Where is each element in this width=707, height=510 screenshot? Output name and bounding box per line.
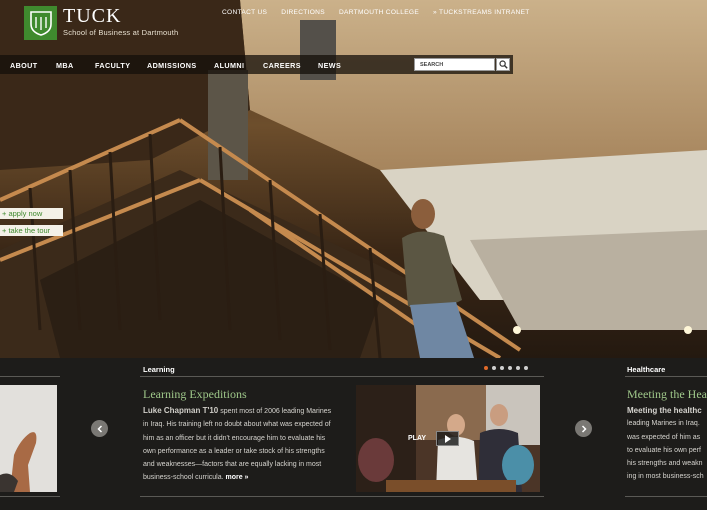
take-tour-link[interactable]: + take the tour (0, 225, 63, 236)
carousel-dot-3[interactable] (500, 366, 504, 370)
next-line-5: his strengths and weakn (627, 460, 703, 468)
next-section-rule (625, 376, 707, 377)
utility-nav: CONTACT US DIRECTIONS DARTMOUTH COLLEGE … (222, 9, 544, 16)
feature-carousel (0, 358, 707, 510)
next-bottom-rule (625, 496, 707, 497)
feature-line-3: him as an officer but it didn't encourag… (143, 434, 326, 442)
nav-faculty[interactable]: FACULTY (95, 61, 130, 70)
feature-line-6: business-school curricula. (143, 474, 224, 482)
feature-bottom-rule (140, 496, 544, 497)
nav-mba[interactable]: MBA (56, 61, 74, 70)
feature-section-rule (140, 376, 544, 377)
carousel-dot-4[interactable] (508, 366, 512, 370)
shield-icon (29, 11, 52, 36)
next-line-2: leading Marines in Iraq. (627, 420, 700, 428)
carousel-prev-button[interactable] (91, 420, 108, 437)
utility-link-dartmouth[interactable]: DARTMOUTH COLLEGE (339, 9, 419, 16)
utility-link-directions[interactable]: DIRECTIONS (281, 9, 325, 16)
nav-news[interactable]: NEWS (318, 61, 341, 70)
apply-now-link[interactable]: + apply now (0, 208, 63, 219)
feature-line-2: in Iraq. His training left no doubt abou… (143, 421, 331, 429)
next-line-4: to evaluate his own perf (627, 446, 701, 454)
next-feature-body: Meeting the healthc leading Marines in I… (627, 404, 707, 484)
carousel-dot-6[interactable] (524, 366, 528, 370)
next-line-3: was expected of him as (627, 433, 701, 441)
magnifier-icon (498, 60, 508, 69)
feature-line-4: own performance as a leader or take stoc… (143, 447, 325, 455)
feature-body: Luke Chapman T'10 spent most of 2006 lea… (143, 404, 351, 485)
carousel-dots (484, 366, 528, 370)
play-icon (445, 434, 451, 443)
carousel-dot-1[interactable] (484, 366, 488, 370)
feature-lead-name: Luke Chapman T'10 (143, 406, 219, 415)
chevron-left-icon (96, 424, 102, 433)
prev-section-rule (0, 376, 60, 377)
carousel-next-button[interactable] (575, 420, 592, 437)
nav-careers[interactable]: CAREERS (263, 61, 301, 70)
feature-title[interactable]: Learning Expeditions (143, 387, 247, 402)
staircase-illustration (0, 0, 707, 358)
play-button[interactable] (436, 431, 459, 446)
search-input[interactable]: SEARCH (414, 58, 495, 71)
next-line-1: Meeting the healthc (627, 406, 702, 415)
more-link[interactable]: more » (226, 474, 249, 481)
next-line-6: ing in most business-sch (627, 473, 704, 481)
prev-bottom-rule (0, 496, 60, 497)
feature-line-5: and weaknesses—factors that are equally … (143, 461, 322, 469)
carousel-dot-5[interactable] (516, 366, 520, 370)
feature-section-label: Learning (143, 365, 175, 374)
nav-about[interactable]: ABOUT (10, 61, 38, 70)
brand-title[interactable]: TUCK (63, 5, 121, 28)
video-play-label[interactable]: PLAY (408, 435, 426, 442)
tuck-logo[interactable] (24, 6, 57, 40)
previous-slide-image (0, 385, 57, 492)
nav-alumni[interactable]: ALUMNI (214, 61, 244, 70)
utility-link-contact[interactable]: CONTACT US (222, 9, 267, 16)
chevron-right-icon (581, 424, 587, 433)
next-section-label: Healthcare (627, 365, 666, 374)
next-feature-title[interactable]: Meeting the Hea (627, 387, 707, 402)
search-button[interactable] (496, 58, 510, 71)
feature-video[interactable]: PLAY (356, 385, 540, 492)
carousel-dot-2[interactable] (492, 366, 496, 370)
feature-line-1: spent most of 2006 leading Marines (220, 408, 332, 415)
nav-admissions[interactable]: ADMISSIONS (147, 61, 197, 70)
utility-link-intranet[interactable]: » TUCKSTREAMS INTRANET (433, 9, 530, 16)
hero-photo (0, 0, 707, 358)
brand-subtitle: School of Business at Dartmouth (63, 28, 179, 37)
